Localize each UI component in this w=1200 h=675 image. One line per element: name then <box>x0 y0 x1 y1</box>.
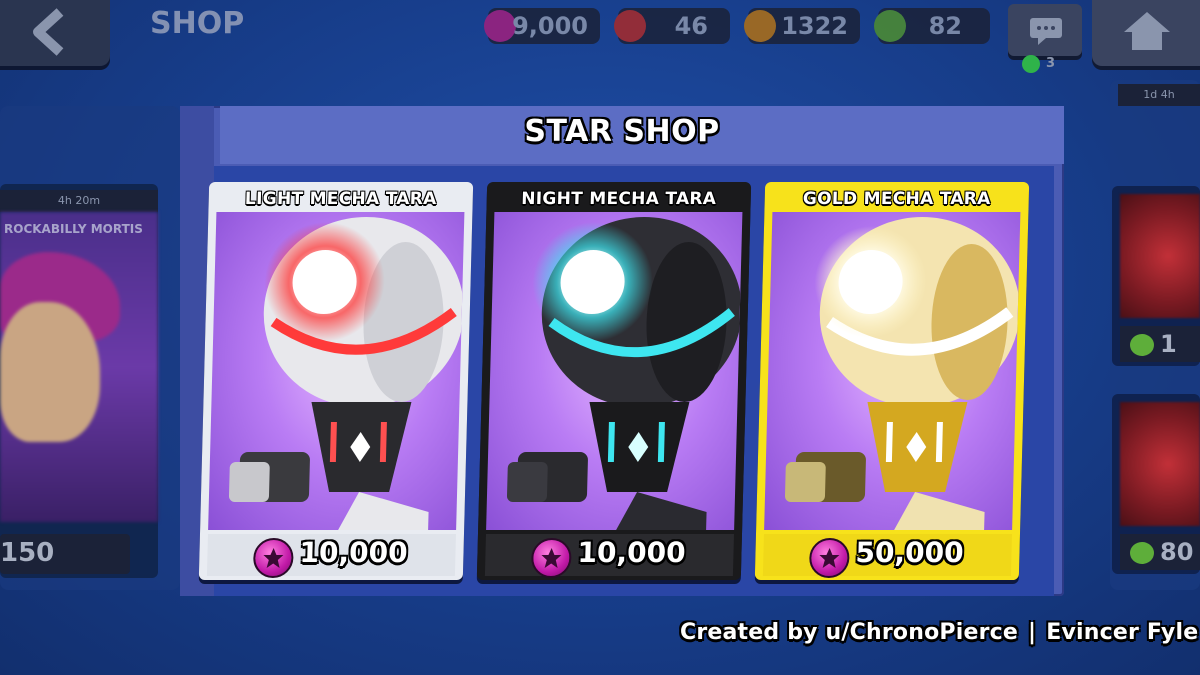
offer-price-value: 1 <box>1160 330 1177 358</box>
home-button[interactable] <box>1092 0 1200 66</box>
credit-author: Created by u/ChronoPierce <box>680 620 1018 645</box>
offer-card-rockabilly-mortis[interactable]: 4h 20m ROCKABILLY MORTIS 150 <box>0 184 158 578</box>
offer-card-right-2[interactable]: 80 <box>1112 394 1200 574</box>
offer-price-value: 10,000 <box>577 536 687 569</box>
offer-price-value: 50,000 <box>855 536 965 569</box>
mecha-tara-night-art <box>506 217 742 530</box>
skin-art-night-mecha-tara <box>486 212 743 530</box>
online-indicator-icon <box>1022 55 1040 73</box>
credit-line: Created by u/ChronoPierce | Evincer Fyle <box>680 620 1198 645</box>
offer-name: LIGHT MECHA TARA <box>244 189 437 209</box>
gem-green-icon <box>1130 334 1154 356</box>
star-points-icon <box>252 538 294 578</box>
star-points-icon <box>808 538 850 578</box>
offer-price: 150 <box>0 534 130 574</box>
offer-card-gold-mecha-tara[interactable]: GOLD MECHA TARA 50,000 <box>754 182 1030 580</box>
offer-price-bar: 10,000 <box>484 534 734 578</box>
offer-name: NIGHT MECHA TARA <box>520 189 717 209</box>
brawler-art-mortis <box>0 212 158 522</box>
gem-green-icon <box>874 10 906 42</box>
gem-red-icon <box>614 10 646 42</box>
page-title: SHOP <box>150 6 245 41</box>
brawler-face <box>0 302 100 442</box>
offer-timer: 4h 20m <box>0 190 158 212</box>
coin-icon <box>744 10 776 42</box>
credit-artist: Evincer Fyle <box>1046 620 1199 645</box>
gems-red-value: 46 <box>674 12 708 40</box>
chat-button[interactable] <box>1008 4 1082 56</box>
gems-green-counter[interactable]: 82 <box>874 8 990 44</box>
offer-price-bar: 10,000 <box>206 534 456 578</box>
offer-price-value: 150 <box>0 538 55 568</box>
offer-art <box>1120 402 1200 526</box>
back-arrow-icon <box>33 8 64 56</box>
offer-price-value: 10,000 <box>299 536 409 569</box>
chat-count: 3 <box>1046 56 1056 71</box>
star-points-value: 9,000 <box>512 12 588 40</box>
offer-card-light-mecha-tara[interactable]: LIGHT MECHA TARA 10,000 <box>198 182 474 580</box>
skin-art-gold-mecha-tara <box>764 212 1021 530</box>
offer-art <box>1120 194 1200 318</box>
coins-value: 1322 <box>781 12 848 40</box>
offer-price-bar: 50,000 <box>762 534 1012 578</box>
top-bar: SHOP 9,000 46 1322 82 3 <box>0 0 1200 73</box>
back-button[interactable] <box>0 0 110 66</box>
gem-green-icon <box>1130 542 1154 564</box>
offer-name: GOLD MECHA TARA <box>802 189 991 209</box>
star-points-counter[interactable]: 9,000 <box>484 8 600 44</box>
star-points-icon <box>530 538 572 578</box>
offer-name: ROCKABILLY MORTIS <box>4 222 143 236</box>
mecha-tara-gold-art <box>784 217 1020 530</box>
offer-timer-right: 1d 4h <box>1118 84 1200 106</box>
offer-card-right-1[interactable]: 1 <box>1112 186 1200 366</box>
mecha-tara-light-art <box>228 217 464 530</box>
offer-card-night-mecha-tara[interactable]: NIGHT MECHA TARA 10,000 <box>476 182 752 580</box>
offer-price-value: 80 <box>1160 538 1194 566</box>
home-icon <box>1124 12 1170 50</box>
credit-separator: | <box>1028 620 1037 645</box>
chat-bubble-icon <box>1030 18 1062 45</box>
gems-red-counter[interactable]: 46 <box>614 8 730 44</box>
gems-green-value: 82 <box>928 12 962 40</box>
coins-counter[interactable]: 1322 <box>744 8 860 44</box>
panel-title: STAR SHOP <box>524 114 720 149</box>
skin-art-light-mecha-tara <box>208 212 465 530</box>
